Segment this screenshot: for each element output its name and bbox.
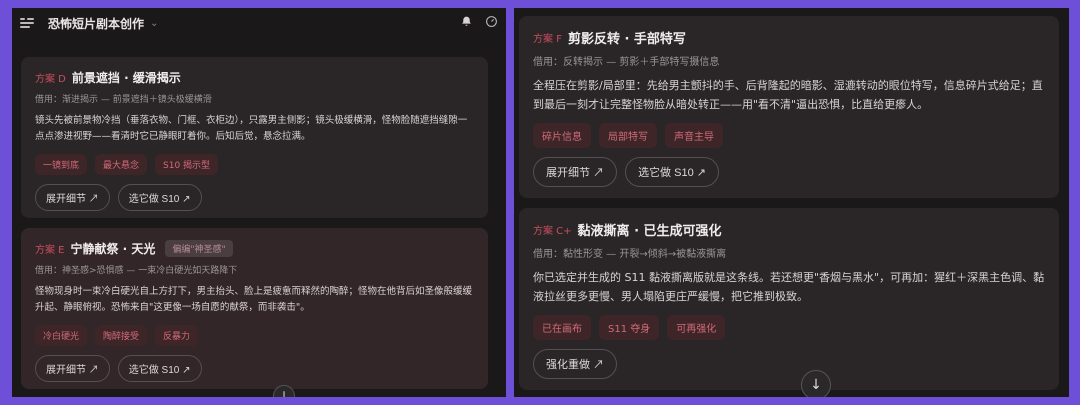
plan-card-e: 方案 E 宁静献祭 · 天光 偏编"神圣感" 借用：神圣感>恐惧感 — 一束冷白… [21,228,488,389]
plan-tag: 声音主导 [665,123,723,148]
app-title[interactable]: 恐怖短片剧本创作 [48,15,144,32]
plan-tag: 反暴力 [155,325,199,346]
plan-source: 借用：神圣感>恐惧感 — 一束冷白硬光如天路降下 [35,266,238,276]
select-for-s10-button[interactable]: 选它做 S10 ↗ [117,184,202,211]
expand-details-button[interactable]: 展开细节 ↗ [35,184,110,211]
plan-tag: 陶醉接受 [95,325,148,346]
menu-icon[interactable] [20,16,34,30]
plan-description: 你已选定并生成的 S11 黏液撕离版就是这条线。若还想更"香烟与黑水"，可再加：… [533,271,1045,303]
plan-card-f: 方案 F 剪影反转 · 手部特写 借用：反转揭示 — 剪影＋手部特写摄信息 全程… [519,16,1059,198]
plan-source: 借用：反转揭示 — 剪影＋手部特写摄信息 [533,57,720,68]
plan-label: 方案 D [35,74,66,85]
plan-description: 怪物现身时一束冷白硬光自上方打下，男主抬头、脸上是疲惫而释然的陶醉；怪物在他背后… [35,286,473,313]
scroll-down-button[interactable]: ↓ [801,370,831,397]
select-for-s10-button[interactable]: 选它做 S10 ↗ [625,157,719,187]
plan-tag: 碎片信息 [533,123,591,148]
plan-tag: 冷白硬光 [35,325,88,346]
plan-card-c-plus: 方案 C+ 黏液撕离 · 已生成可强化 借用：黏性形变 — 开裂→倾斜→被黏液撕… [519,208,1059,390]
gauge-icon[interactable] [485,15,498,32]
top-bar: 恐怖短片剧本创作 ⌄ [12,8,506,38]
plan-tag: S11 夺身 [599,315,660,340]
plan-tag: 一镜到底 [35,154,88,175]
plan-description: 全程压在剪影/局部里：先给男主颤抖的手、后背隆起的暗影、湿漉转动的眼位特写，信息… [533,79,1043,111]
preference-badge: 偏编"神圣感" [165,240,233,257]
plan-label: 方案 C+ [533,226,572,237]
bell-icon[interactable] [460,15,473,32]
plan-tag: 局部特写 [599,123,657,148]
plan-source: 借用：渐进揭示 — 前景遮挡＋镜头极缓横滑 [35,95,212,105]
plan-title: 剪影反转 · 手部特写 [567,32,686,47]
left-panel: 恐怖短片剧本创作 ⌄ 方案 D 前景遮挡 · 缓滑揭示 借用：渐进揭示 — 前景… [12,8,506,397]
select-for-s10-button[interactable]: 选它做 S10 ↗ [117,355,202,382]
arrow-down-icon: ↓ [810,377,822,393]
expand-details-button[interactable]: 展开细节 ↗ [35,355,110,382]
plan-source: 借用：黏性形变 — 开裂→倾斜→被黏液撕离 [533,249,727,260]
plan-tag: 最大悬念 [95,154,148,175]
plan-tag: 已在画布 [533,315,591,340]
plan-card-d: 方案 D 前景遮挡 · 缓滑揭示 借用：渐进揭示 — 前景遮挡＋镜头极缓横滑 镜… [21,57,488,218]
chevron-down-icon[interactable]: ⌄ [150,18,158,29]
plan-title: 黏液撕离 · 已生成可强化 [577,224,722,239]
expand-details-button[interactable]: 展开细节 ↗ [533,157,618,187]
plan-title: 宁静献祭 · 天光 [70,242,156,256]
plan-description: 镜头先被前景物冷挡（垂落衣物、门框、衣柜边），只露男主侧影；镜头极缓横滑，怪物脸… [35,115,468,142]
plan-tag: S10 揭示型 [155,154,219,175]
enhance-redo-button[interactable]: 强化重做 ↗ [533,349,618,379]
plan-tag: 可再强化 [667,315,726,340]
plan-label: 方案 E [35,245,65,256]
arrow-down-icon: ↓ [278,389,290,397]
plan-label: 方案 F [533,34,562,45]
plan-title: 前景遮挡 · 缓滑揭示 [71,71,181,85]
right-panel: 方案 F 剪影反转 · 手部特写 借用：反转揭示 — 剪影＋手部特写摄信息 全程… [514,8,1069,397]
